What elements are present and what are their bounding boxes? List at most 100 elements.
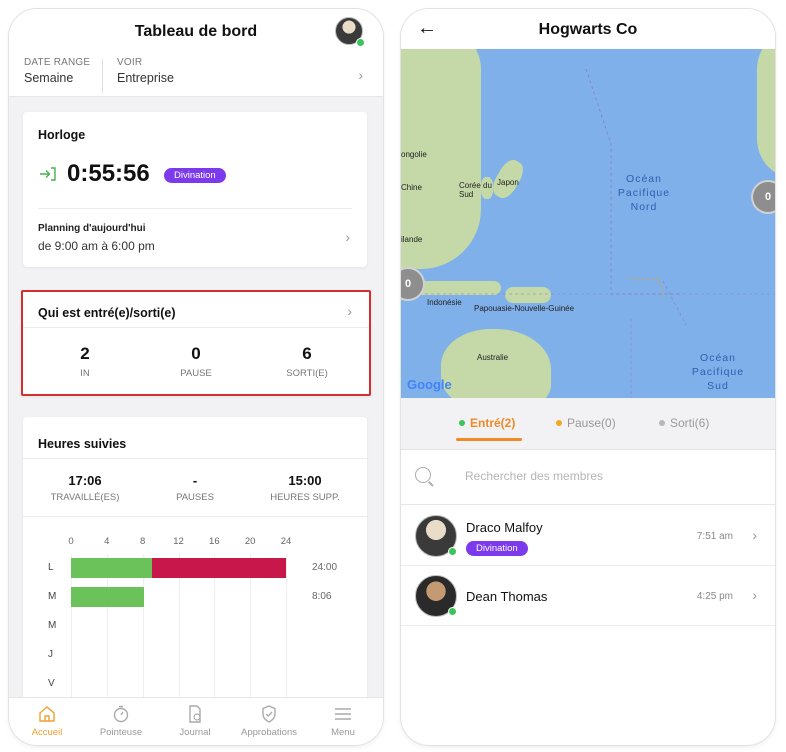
- gridline: [106, 554, 108, 714]
- online-indicator: [356, 38, 365, 47]
- gridline: [214, 554, 216, 714]
- online-indicator: [448, 547, 457, 556]
- member-row[interactable]: Dean Thomas 4:25 pm ›: [401, 567, 775, 626]
- stat-label: PAUSES: [176, 492, 214, 503]
- bar-segment: [151, 558, 286, 578]
- home-icon: [12, 704, 82, 726]
- x-tick-label: 8: [140, 536, 146, 547]
- bar-value-label: 24:00: [312, 562, 338, 573]
- online-indicator: [448, 607, 457, 616]
- day-label: V: [48, 678, 55, 689]
- x-tick-label: 4: [104, 536, 110, 547]
- gridline: [178, 554, 180, 714]
- tab-label: Accueil: [31, 727, 63, 738]
- page-title: Tableau de bord: [134, 23, 258, 40]
- status-dot: [459, 420, 465, 426]
- stat-pause: 0 PAUSE: [151, 344, 241, 379]
- stat-overtime: 15:00 HEURES SUPP.: [260, 473, 350, 503]
- map[interactable]: ongolie Chine Corée du Sud Japon ilande …: [401, 49, 775, 398]
- tab-label: Sorti(6): [670, 416, 710, 430]
- gridline: [286, 554, 287, 714]
- chevron-right-icon[interactable]: ›: [345, 229, 350, 245]
- date-range-value: Semaine: [24, 71, 74, 85]
- chevron-right-icon[interactable]: ›: [752, 527, 757, 543]
- chevron-right-icon[interactable]: ›: [358, 67, 363, 83]
- member-name: Draco Malfoy: [466, 520, 543, 535]
- stopwatch-icon: [86, 704, 156, 726]
- stat-value: 2: [80, 344, 90, 363]
- shield-check-icon: [234, 704, 304, 726]
- stat-out: 6 SORTI(E): [262, 344, 352, 379]
- member-time: 4:25 pm: [696, 591, 733, 602]
- hours-title: Heures suivies: [38, 437, 127, 451]
- tab-approbations[interactable]: Approbations: [234, 704, 304, 738]
- date-range-filter[interactable]: DATE RANGE Semaine: [24, 57, 90, 85]
- clock-in-icon: [38, 166, 58, 182]
- tab-label: Pointeuse: [99, 727, 143, 738]
- stat-label: PAUSE: [180, 368, 212, 379]
- journal-icon: [160, 704, 230, 726]
- header: Tableau de bord: [9, 9, 383, 57]
- tab-label: Pause(0): [567, 416, 616, 430]
- who-title: Qui est entré(e)/sorti(e): [38, 306, 176, 320]
- voir-filter[interactable]: VOIR Entreprise: [117, 57, 174, 85]
- gridline: [71, 554, 72, 714]
- divider: [23, 327, 369, 328]
- x-tick-label: 12: [173, 536, 184, 547]
- planning-value: de 9:00 am à 6:00 pm: [38, 239, 155, 253]
- clock-card: Horloge 0:55:56 Divination Planning d'au…: [23, 112, 367, 267]
- team-screen: ← Hogwarts Co ongolie Chine Corée du Sud…: [401, 9, 775, 745]
- status-tabs: Entré(2) Pause(0) Sorti(6): [401, 398, 775, 450]
- tab-accueil[interactable]: Accueil: [12, 704, 82, 738]
- stat-value: 15:00: [288, 473, 322, 488]
- page-title: Hogwarts Co: [538, 21, 638, 38]
- who-card[interactable]: Qui est entré(e)/sorti(e) › 2 IN 0 PAUSE…: [21, 290, 371, 396]
- search-input[interactable]: [465, 469, 725, 483]
- day-label: J: [48, 649, 53, 660]
- day-label: M: [48, 591, 57, 602]
- menu-icon: [308, 704, 378, 726]
- search-bar: [401, 453, 775, 505]
- clock-title: Horloge: [38, 128, 86, 142]
- day-label: M: [48, 620, 57, 631]
- google-logo-text: Google: [407, 377, 452, 392]
- tab-label: Entré(2): [470, 416, 516, 430]
- chevron-right-icon[interactable]: ›: [752, 587, 757, 603]
- google-logo: Google: [407, 377, 452, 392]
- tab-bar: Accueil Pointeuse Journal Approbations M…: [9, 697, 383, 745]
- dashboard-screen: Tableau de bord DATE RANGE Semaine VOIR …: [9, 9, 383, 745]
- bar-segment: [71, 558, 152, 578]
- stat-value: 6: [302, 344, 312, 363]
- tab-pointeuse[interactable]: Pointeuse: [86, 704, 156, 738]
- stat-pauses: - PAUSES: [150, 473, 240, 503]
- tab-entre[interactable]: Entré(2): [459, 416, 515, 430]
- member-row[interactable]: Draco Malfoy Divination 7:51 am ›: [401, 507, 775, 566]
- member-name: Dean Thomas: [466, 589, 548, 604]
- tab-sorti[interactable]: Sorti(6): [659, 416, 709, 430]
- bar-segment: [71, 587, 144, 607]
- tab-pause[interactable]: Pause(0): [556, 416, 616, 430]
- chevron-right-icon[interactable]: ›: [347, 303, 352, 319]
- status-dot: [556, 420, 562, 426]
- voir-value: Entreprise: [117, 71, 174, 85]
- filters-bar[interactable]: DATE RANGE Semaine VOIR Entreprise ›: [9, 57, 383, 97]
- hours-chart: 0 4 8 12 16 20 24 L 24:00 M 8:06 M J V: [23, 516, 367, 714]
- x-tick-label: 24: [280, 536, 292, 547]
- status-dot: [659, 420, 665, 426]
- member-time: 7:51 am: [696, 531, 733, 542]
- voir-label: VOIR: [117, 57, 143, 68]
- date-range-label: DATE RANGE: [24, 57, 91, 68]
- stat-label: TRAVAILLÉ(ES): [50, 492, 120, 503]
- gridline: [250, 554, 252, 714]
- tab-menu[interactable]: Menu: [308, 704, 378, 738]
- divider: [102, 59, 103, 93]
- x-tick-label: 16: [209, 536, 220, 547]
- stat-label: SORTI(E): [286, 368, 328, 379]
- search-icon: [415, 467, 431, 483]
- hours-card: Heures suivies 17:06 TRAVAILLÉ(ES) - PAU…: [23, 417, 367, 714]
- bar-value-label: 8:06: [312, 591, 332, 602]
- tab-journal[interactable]: Journal: [160, 704, 230, 738]
- stat-in: 2 IN: [40, 344, 130, 379]
- tab-label: Approbations: [241, 727, 297, 738]
- role-badge: Divination: [466, 541, 528, 556]
